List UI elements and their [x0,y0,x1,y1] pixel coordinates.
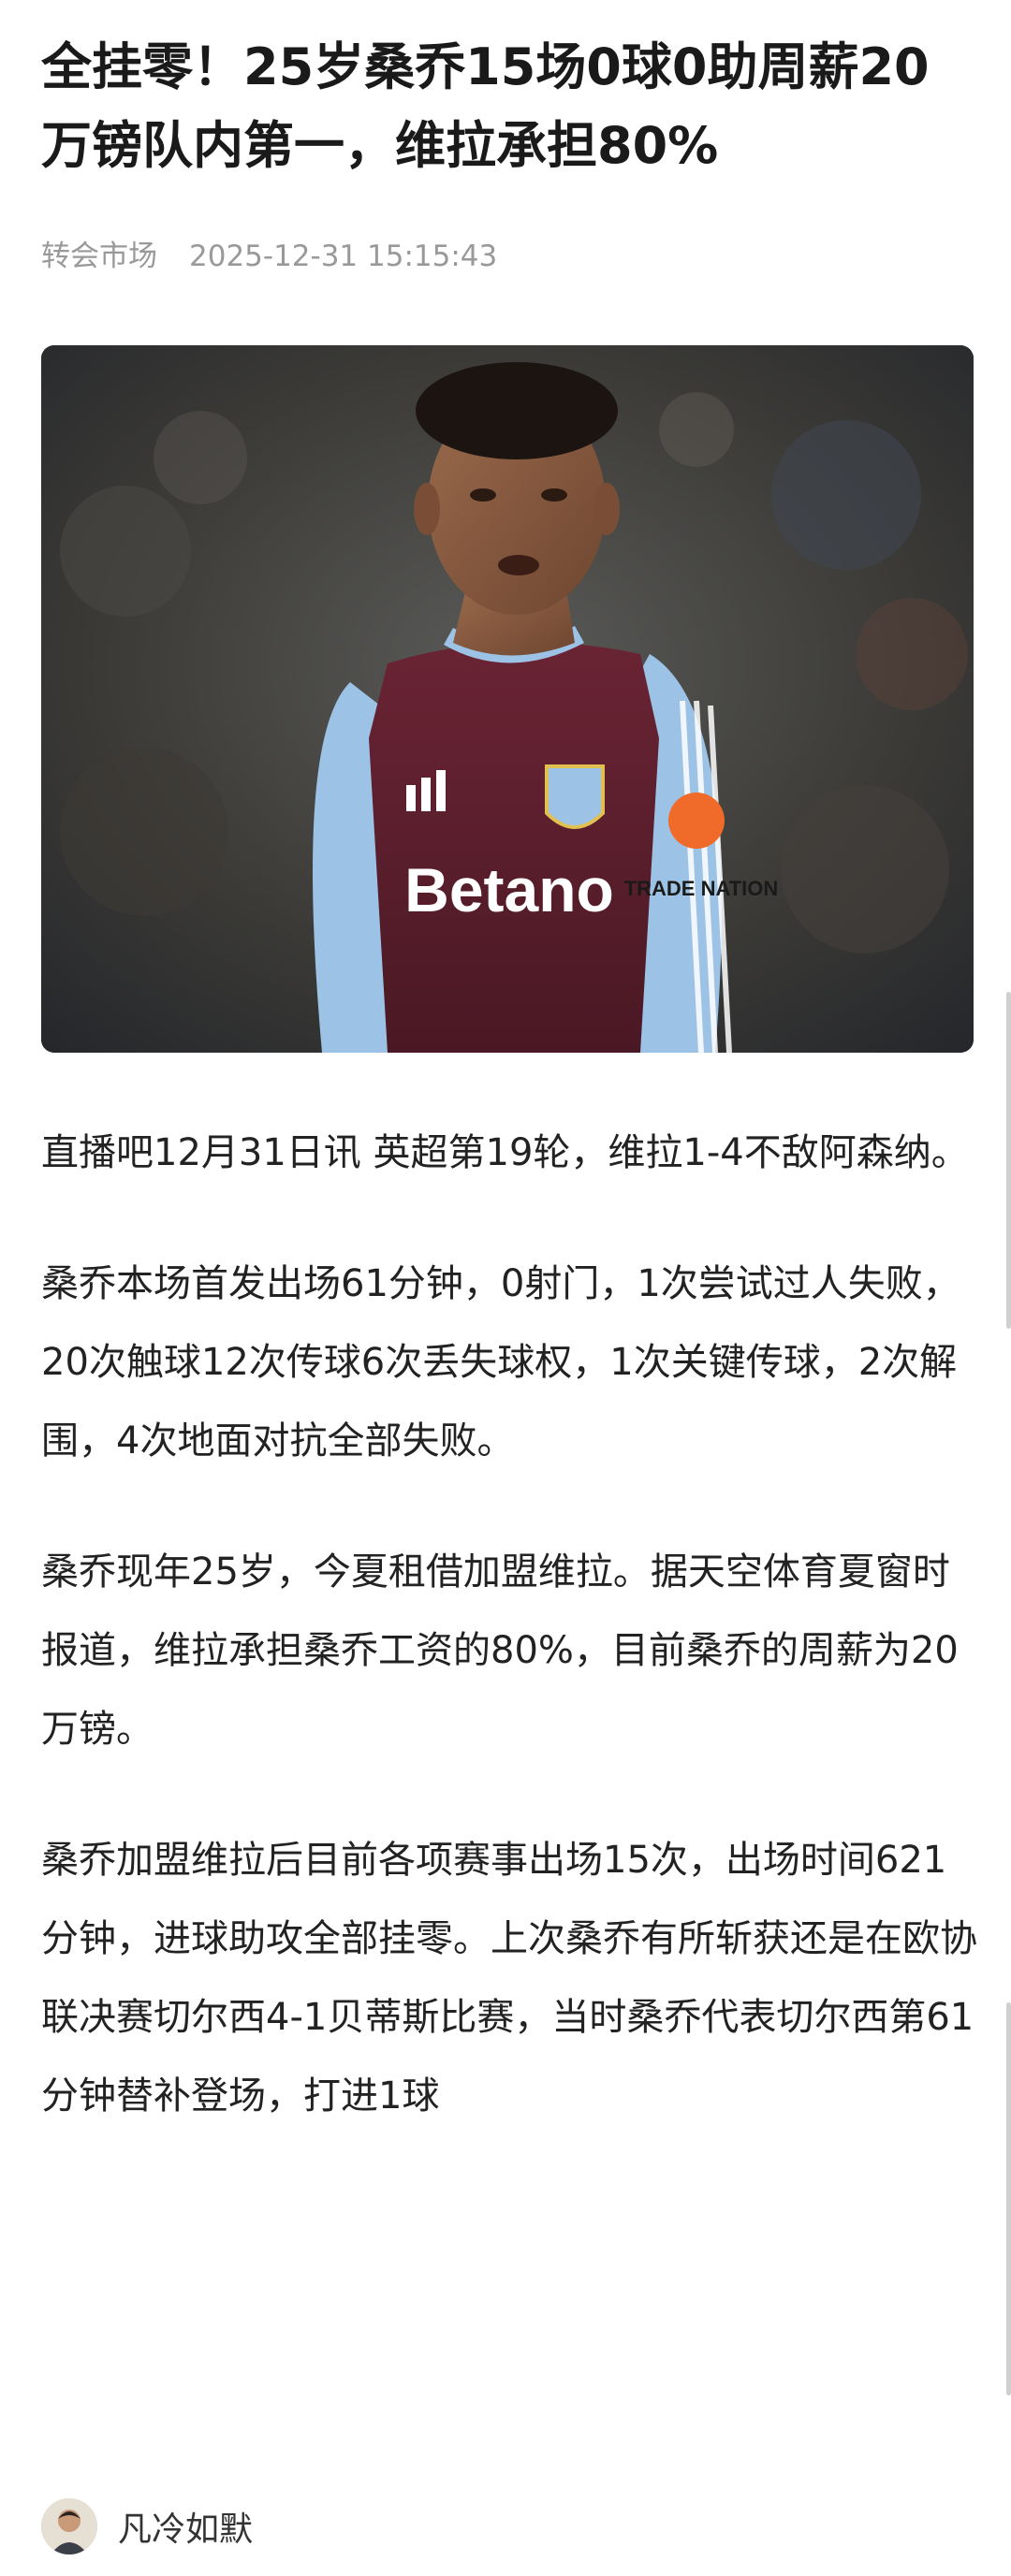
article-paragraph: 桑乔加盟维拉后目前各项赛事出场15次，出场时间621分钟，进球助攻全部挂零。上次… [41,1839,977,2118]
author-row[interactable]: 凡冷如默 [41,2496,253,2556]
jersey-sponsor: Betano [404,855,614,924]
article-timestamp: 2025-12-31 15:15:43 [189,240,498,273]
article-paragraph: 桑乔现年25岁，今夏租借加盟维拉。据天空体育夏窗时报道，维拉承担桑乔工资的80%… [41,1550,959,1751]
article-paragraph: 桑乔本场首发出场61分钟，0射门，1次尝试过人失败，20次触球12次传球6次丢失… [41,1262,960,1463]
article-source[interactable]: 转会市场 [41,240,157,273]
scrollbar-thumb[interactable] [1006,992,1011,1329]
scrollbar-thumb[interactable] [1006,2002,1011,2395]
player-photo: Betano TRADE NATION [41,345,974,1053]
article-body: 直播吧12月31日讯 英超第19轮，维拉1-4不敌阿森纳。 桑乔本场首发出场61… [41,1113,977,2188]
sleeve-sponsor: TRADE NATION [624,877,779,900]
author-name[interactable]: 凡冷如默 [118,2502,253,2551]
article-title: 全挂零！25岁桑乔15场0球0助周薪20万镑队内第一，维拉承担80% [41,37,930,175]
article-meta: 转会市场 2025-12-31 15:15:43 [41,236,497,277]
article-photo[interactable]: Betano TRADE NATION [41,345,974,1053]
avatar-icon[interactable] [41,2498,97,2554]
article-paragraph: 直播吧12月31日讯 英超第19轮，维拉1-4不敌阿森纳。 [41,1131,969,1174]
